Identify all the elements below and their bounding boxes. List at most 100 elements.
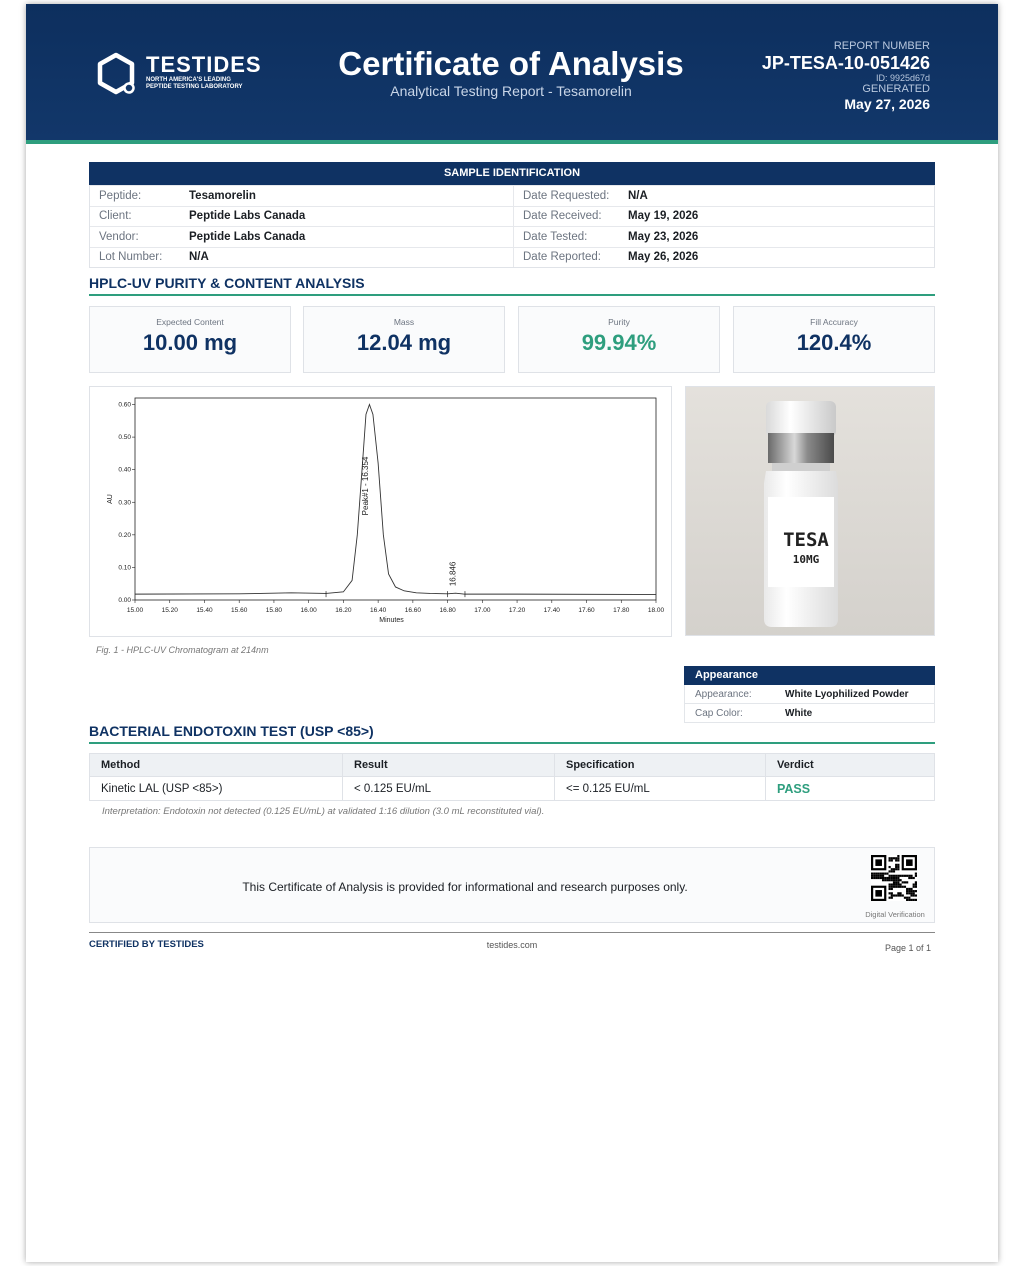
qr-module [879, 876, 882, 880]
page-number: Page 1 of 1 [884, 943, 931, 953]
figure-caption: Fig. 1 - HPLC-UV Chromatogram at 214nm [96, 645, 269, 655]
qr-module [908, 898, 911, 901]
field-label: Date Tested: [513, 227, 628, 247]
qr-module [888, 879, 891, 882]
report-id: ID: 9925d67d [875, 73, 930, 83]
chromatogram-trace [134, 403, 657, 595]
x-tick-label: 18.00 [648, 607, 665, 614]
qr-module [886, 876, 889, 880]
qr-module [910, 874, 913, 877]
qr-module [875, 872, 878, 875]
hplc-section-title: HPLC-UV PURITY & CONTENT ANALYSIS [89, 275, 935, 296]
qr-module [906, 887, 909, 891]
appearance-row: Appearance: White Lyophilized Powder [684, 685, 935, 704]
x-tick-label: 16.60 [405, 607, 422, 614]
card-label: Mass [393, 317, 415, 327]
qr-module [873, 872, 876, 875]
qr-module [910, 887, 913, 891]
method-cell: Kinetic LAL (USP <85>) [89, 776, 343, 801]
y-tick-label: 0.20 [118, 532, 131, 539]
qr-module [873, 874, 876, 877]
qr-module [884, 872, 887, 875]
qr-module [906, 881, 909, 884]
hplc-chromatogram: 15.00 15.20 15.40 15.60 15.80 16.00 16.20 16.40… [107, 397, 665, 624]
qr-module [888, 870, 891, 873]
report-number-label: REPORT NUMBER [833, 40, 930, 52]
qr-module [897, 879, 900, 882]
qr-module [897, 876, 900, 880]
endotoxin-section-title: BACTERIAL ENDOTOXIN TEST (USP <85>) [89, 723, 935, 744]
qr-module [884, 876, 887, 880]
qr-module [897, 855, 900, 858]
website-link[interactable]: testides.com [412, 940, 612, 950]
cap-color-row: Cap Color: White [684, 704, 935, 723]
qr-module [888, 892, 891, 895]
card-label: Expected Content [156, 317, 224, 327]
table-row: Peptide: Tesamorelin Date Requested: N/A [90, 185, 934, 206]
qr-caption: Digital Verification [865, 910, 925, 919]
expected-content-card: Expected Content 10.00 mg [89, 306, 291, 373]
qr-module [914, 894, 917, 897]
qr-module [906, 890, 909, 893]
brand-logo: TESTIDES NORTH AMERICA'S LEADING PEPTIDE… [96, 52, 276, 102]
qr-module [908, 876, 911, 880]
qr-module [910, 890, 913, 893]
qr-module [912, 883, 915, 886]
qr-module [895, 859, 898, 862]
qr-module [899, 879, 902, 882]
qr-module [906, 898, 909, 901]
generated-label: GENERATED [862, 83, 930, 95]
qr-module [888, 874, 891, 877]
qr-module [912, 894, 915, 897]
qr-module [899, 885, 902, 888]
field-label: Appearance: [695, 688, 752, 700]
qr-module [877, 872, 880, 875]
card-label: Purity [608, 317, 630, 327]
qr-module [914, 881, 917, 884]
field-label: Cap Color: [695, 707, 743, 719]
brand-tagline-line-2: PEPTIDE TESTING LABORATORY [146, 84, 243, 90]
qr-code-icon[interactable] [871, 855, 917, 901]
qr-module [897, 865, 900, 869]
field-label: Lot Number: [99, 251, 163, 264]
y-tick-label: 0.00 [118, 597, 131, 604]
qr-module [871, 876, 874, 880]
qr-module [901, 894, 904, 897]
field-value: White [785, 707, 813, 719]
qr-module [895, 863, 898, 866]
certified-by: CERTIFIED BY TESTIDES [89, 939, 204, 950]
verdict-cell: PASS [765, 776, 935, 801]
field-label: Peptide: [99, 189, 142, 202]
qr-module [879, 874, 882, 877]
x-tick-label: 17.40 [544, 607, 561, 614]
qr-module [912, 890, 915, 893]
qr-module [908, 896, 911, 899]
qr-module [892, 885, 896, 888]
field-value: Peptide Labs Canada [189, 210, 306, 223]
qr-module [903, 874, 907, 877]
qr-module [906, 874, 909, 877]
field-value: Tesamorelin [189, 189, 256, 202]
field-value: White Lyophilized Powder [785, 688, 909, 700]
qr-module [877, 876, 880, 880]
qr-module [914, 874, 917, 877]
qr-module [914, 890, 917, 893]
qr-module [890, 894, 893, 897]
qr-module [895, 857, 898, 860]
brand-tagline-line-1: NORTH AMERICA'S LEADING [146, 77, 231, 83]
qr-module [871, 872, 874, 875]
column-header: Method [89, 753, 343, 777]
qr-module [888, 876, 891, 880]
qr-module [908, 874, 911, 877]
endotoxin-table: Method Result Specification Verdict Kine… [89, 753, 935, 801]
qr-module [906, 896, 909, 899]
qr-module [914, 885, 917, 888]
table-row: Kinetic LAL (USP <85>) < 0.125 EU/mL <= … [89, 776, 935, 801]
qr-module [903, 881, 907, 884]
qr-module [897, 885, 900, 888]
table-row: Lot Number: N/A Date Reported: May 26, 2… [90, 246, 934, 267]
specification-cell: <= 0.125 EU/mL [554, 776, 766, 801]
qr-module [912, 892, 915, 895]
qr-module [908, 887, 911, 891]
field-value: Peptide Labs Canada [189, 230, 306, 243]
